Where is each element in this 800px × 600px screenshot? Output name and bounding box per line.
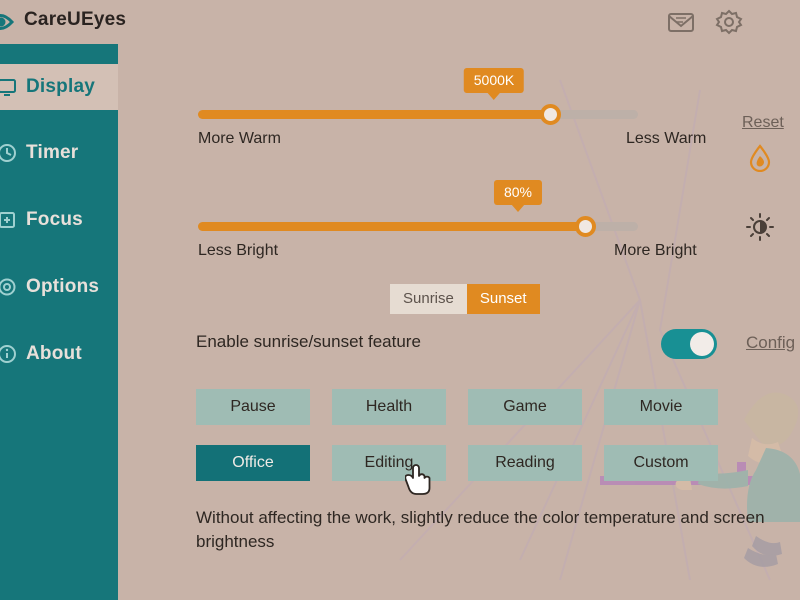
temperature-slider-thumb[interactable]	[540, 104, 561, 125]
preset-health[interactable]: Health	[332, 389, 446, 425]
sidebar-item-label: Options	[26, 276, 100, 297]
brightness-right-label: More Bright	[614, 242, 697, 259]
minimize-icon[interactable]	[760, 6, 794, 38]
info-icon	[0, 343, 18, 365]
clock-icon	[0, 142, 18, 164]
eye-logo-icon	[0, 8, 22, 36]
preset-description: Without affecting the work, slightly red…	[196, 508, 765, 551]
preset-editing[interactable]: Editing	[332, 445, 446, 481]
brightness-value-bubble: 80%	[493, 180, 543, 212]
preset-row: Office Editing Reading Custom	[196, 445, 796, 481]
preset-reading[interactable]: Reading	[468, 445, 582, 481]
gear-icon[interactable]	[712, 6, 746, 38]
focus-icon	[0, 209, 18, 231]
sidebar: Display Timer Focus Options About	[0, 44, 118, 600]
preset-pause[interactable]: Pause	[196, 389, 310, 425]
brightness-icon[interactable]	[745, 212, 775, 242]
toggle-knob	[690, 332, 714, 356]
title-bar: CareUEyes	[0, 0, 800, 44]
sidebar-item-options[interactable]: Options	[0, 264, 118, 310]
config-link[interactable]: Config	[746, 333, 795, 353]
sidebar-item-label: About	[26, 343, 82, 364]
sidebar-item-timer[interactable]: Timer	[0, 130, 118, 176]
temperature-slider-fill	[198, 110, 550, 119]
brightness-left-label: Less Bright	[198, 242, 279, 259]
sidebar-item-about[interactable]: About	[0, 331, 118, 377]
display-monitor-icon	[0, 76, 18, 98]
mail-icon[interactable]	[664, 6, 698, 38]
segment-sunrise[interactable]: Sunrise	[390, 284, 467, 314]
temperature-right-label: Less Warm	[626, 130, 707, 147]
temperature-left-label: More Warm	[198, 130, 281, 147]
preset-office[interactable]: Office	[196, 445, 310, 481]
preset-custom[interactable]: Custom	[604, 445, 718, 481]
sidebar-item-label: Display	[26, 76, 95, 97]
temperature-value-bubble: 5000K	[463, 68, 525, 100]
droplet-icon[interactable]	[745, 142, 775, 173]
segment-sunset[interactable]: Sunset	[466, 284, 540, 314]
sidebar-item-label: Focus	[26, 209, 83, 230]
brightness-slider-fill	[198, 222, 586, 231]
main-panel: 5000K More Warm Less Warm Reset 80% Less…	[118, 44, 800, 600]
sidebar-item-label: Timer	[26, 142, 79, 163]
enable-sunrise-sunset-label: Enable sunrise/sunset feature	[196, 332, 421, 351]
reset-link[interactable]: Reset	[742, 114, 784, 132]
enable-sunrise-sunset-toggle[interactable]	[661, 329, 717, 359]
brightness-slider-track[interactable]	[198, 216, 638, 237]
preset-row: Pause Health Game Movie	[196, 389, 796, 425]
options-gear-icon	[0, 276, 18, 298]
preset-game[interactable]: Game	[468, 389, 582, 425]
app-title: CareUEyes	[24, 9, 127, 30]
sidebar-item-focus[interactable]: Focus	[0, 197, 118, 243]
sidebar-item-display[interactable]: Display	[0, 64, 118, 110]
brightness-slider-thumb[interactable]	[575, 216, 597, 237]
sunrise-sunset-segmented-control: Sunrise Sunset	[390, 284, 540, 314]
preset-movie[interactable]: Movie	[604, 389, 718, 425]
temperature-slider-track[interactable]	[198, 104, 638, 125]
